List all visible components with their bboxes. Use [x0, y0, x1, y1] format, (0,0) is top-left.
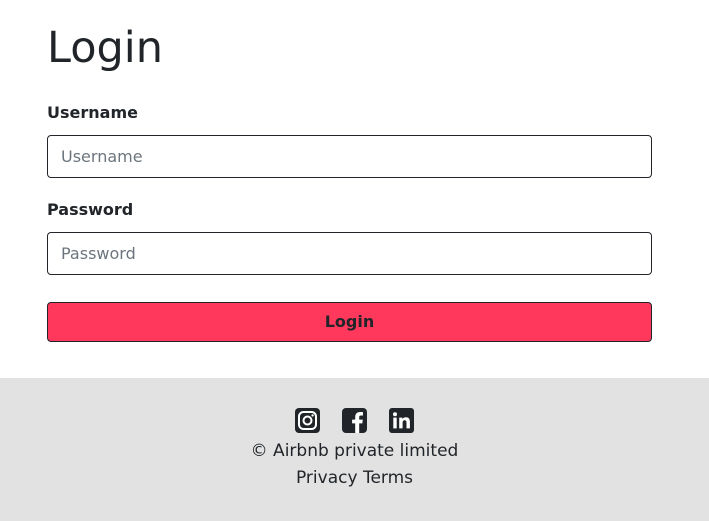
login-form: Login Username Password Login: [0, 0, 709, 378]
password-label: Password: [47, 200, 134, 219]
facebook-icon[interactable]: [342, 408, 367, 433]
page-title: Login: [47, 23, 164, 73]
footer-links: Privacy Terms: [0, 467, 709, 489]
username-input[interactable]: [47, 135, 652, 178]
social-links: [0, 408, 709, 433]
privacy-link[interactable]: Privacy: [296, 468, 358, 488]
login-page: Login Username Password Login: [0, 0, 709, 521]
terms-link[interactable]: Terms: [363, 468, 413, 488]
login-button[interactable]: Login: [47, 302, 652, 342]
linkedin-icon[interactable]: [389, 408, 414, 433]
password-input[interactable]: [47, 232, 652, 275]
instagram-icon[interactable]: [295, 408, 320, 433]
copyright-text: © Airbnb private limited: [250, 441, 459, 461]
footer: © Airbnb private limited Privacy Terms: [0, 378, 709, 521]
username-label: Username: [47, 103, 138, 122]
